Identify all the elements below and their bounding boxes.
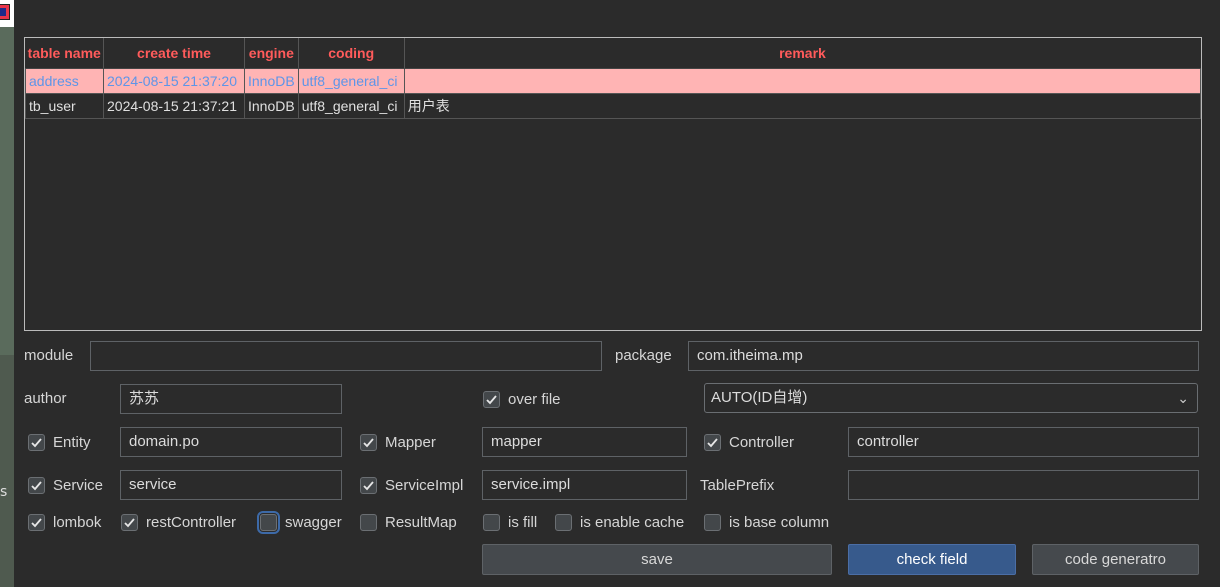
desktop-partial-text: s bbox=[0, 484, 8, 500]
author-label: author bbox=[24, 390, 67, 407]
column-header-table-name[interactable]: table name bbox=[25, 38, 104, 69]
service-input[interactable]: service bbox=[120, 470, 342, 500]
tableprefix-label: TablePrefix bbox=[700, 477, 775, 494]
table-list[interactable]: table name create time engine coding rem… bbox=[24, 37, 1202, 331]
isbase-checkbox[interactable] bbox=[704, 514, 721, 531]
iscache-checkbox[interactable] bbox=[555, 514, 572, 531]
table-cell bbox=[403, 68, 1201, 94]
table-cell: utf8_general_ci bbox=[297, 68, 405, 94]
entity-input[interactable]: domain.po bbox=[120, 427, 342, 457]
swagger-label: swagger bbox=[285, 514, 342, 531]
lombok-checkbox[interactable] bbox=[28, 514, 45, 531]
mapper-checkbox[interactable] bbox=[360, 434, 377, 451]
mapper-input[interactable]: mapper bbox=[482, 427, 687, 457]
id-type-dropdown[interactable]: AUTO(ID自增) ⌄ bbox=[704, 383, 1198, 413]
check-field-button[interactable]: check field bbox=[848, 544, 1016, 575]
serviceimpl-input[interactable]: service.impl bbox=[482, 470, 687, 500]
author-input[interactable]: 苏苏 bbox=[120, 384, 342, 414]
check-icon bbox=[31, 518, 42, 528]
isfill-checkbox[interactable] bbox=[483, 514, 500, 531]
module-input[interactable] bbox=[90, 341, 602, 371]
lombok-label: lombok bbox=[53, 514, 102, 531]
table-row[interactable]: address 2024-08-15 21:37:20 InnoDB utf8_… bbox=[25, 68, 1201, 94]
serviceimpl-checkbox[interactable] bbox=[360, 477, 377, 494]
column-header-engine[interactable]: engine bbox=[244, 38, 299, 69]
check-icon bbox=[707, 438, 718, 448]
id-type-value: AUTO(ID自增) bbox=[711, 389, 808, 406]
module-label: module bbox=[24, 347, 74, 364]
resultmap-label: ResultMap bbox=[385, 514, 457, 531]
tableprefix-input[interactable] bbox=[848, 470, 1199, 500]
swagger-checkbox[interactable] bbox=[257, 511, 280, 534]
desktop-background bbox=[0, 355, 14, 587]
table-cell: 2024-08-15 21:37:21 bbox=[103, 93, 245, 119]
entity-checkbox[interactable] bbox=[28, 434, 45, 451]
table-cell: 2024-08-15 21:37:20 bbox=[103, 68, 245, 94]
isbase-label: is base column bbox=[729, 514, 830, 531]
controller-checkbox[interactable] bbox=[704, 434, 721, 451]
code-generatro-button[interactable]: code generatro bbox=[1032, 544, 1199, 575]
table-cell: address bbox=[25, 68, 104, 94]
controller-label: Controller bbox=[729, 434, 795, 451]
column-header-coding[interactable]: coding bbox=[298, 38, 405, 69]
isfill-label: is fill bbox=[508, 514, 538, 531]
check-icon bbox=[363, 438, 374, 448]
package-input[interactable]: com.itheima.mp bbox=[688, 341, 1199, 371]
check-icon bbox=[31, 438, 42, 448]
controller-input[interactable]: controller bbox=[848, 427, 1199, 457]
restcontroller-label: restController bbox=[146, 514, 237, 531]
serviceimpl-label: ServiceImpl bbox=[385, 477, 464, 494]
check-icon bbox=[124, 518, 135, 528]
column-header-remark[interactable]: remark bbox=[404, 38, 1201, 69]
check-icon bbox=[486, 395, 497, 405]
over-file-checkbox[interactable] bbox=[483, 391, 500, 408]
app-icon bbox=[0, 4, 10, 20]
iscache-label: is enable cache bbox=[580, 514, 685, 531]
service-label: Service bbox=[53, 477, 104, 494]
main-window: table name create time engine coding rem… bbox=[14, 0, 1220, 587]
table-cell: utf8_general_ci bbox=[297, 93, 405, 119]
table-cell: InnoDB bbox=[244, 93, 299, 119]
table-row[interactable]: tb_user 2024-08-15 21:37:21 InnoDB utf8_… bbox=[25, 93, 1201, 119]
table-cell: 用户表 bbox=[403, 93, 1201, 119]
mapper-label: Mapper bbox=[385, 434, 436, 451]
save-button[interactable]: save bbox=[482, 544, 832, 575]
service-checkbox[interactable] bbox=[28, 477, 45, 494]
entity-label: Entity bbox=[53, 434, 91, 451]
restcontroller-checkbox[interactable] bbox=[121, 514, 138, 531]
column-header-create-time[interactable]: create time bbox=[103, 38, 245, 69]
resultmap-checkbox[interactable] bbox=[360, 514, 377, 531]
check-icon bbox=[31, 481, 42, 491]
table-cell: tb_user bbox=[25, 93, 104, 119]
tables-grid: table name create time engine coding rem… bbox=[25, 38, 1201, 119]
table-cell: InnoDB bbox=[244, 68, 299, 94]
check-icon bbox=[363, 481, 374, 491]
package-label: package bbox=[615, 347, 672, 364]
chevron-down-icon: ⌄ bbox=[1177, 390, 1189, 406]
over-file-label: over file bbox=[508, 391, 561, 408]
